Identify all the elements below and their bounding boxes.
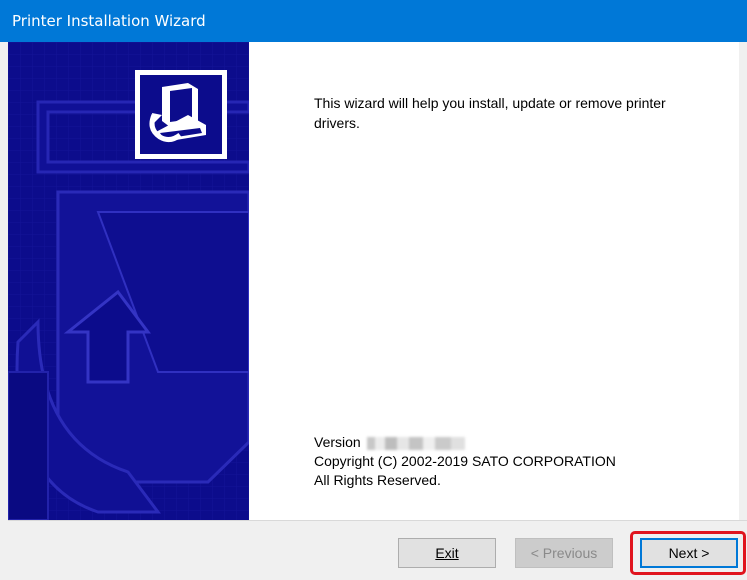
version-label: Version — [314, 434, 361, 450]
version-info: Version Copyright (C) 2002-2019 SATO COR… — [314, 433, 616, 490]
version-line: Version — [314, 433, 616, 452]
title-bar: Printer Installation Wizard — [0, 0, 747, 42]
rights-text: All Rights Reserved. — [314, 472, 441, 488]
printer-wizard-icon — [135, 70, 227, 159]
exit-button[interactable]: Exit — [398, 538, 496, 568]
version-number-redacted — [366, 436, 465, 450]
previous-button-label: < Previous — [530, 545, 598, 561]
window-title: Printer Installation Wizard — [12, 12, 206, 30]
wizard-window: Printer Installation Wizard This wizard … — [0, 0, 747, 580]
wizard-content: This wizard will help you install, updat… — [249, 42, 739, 520]
intro-text: This wizard will help you install, updat… — [314, 95, 666, 131]
copyright-text: Copyright (C) 2002-2019 SATO CORPORATION — [314, 453, 616, 469]
next-button-highlight — [630, 531, 746, 575]
footer-divider — [8, 520, 747, 521]
previous-button[interactable]: < Previous — [515, 538, 613, 568]
exit-button-label: Exit — [435, 545, 459, 561]
